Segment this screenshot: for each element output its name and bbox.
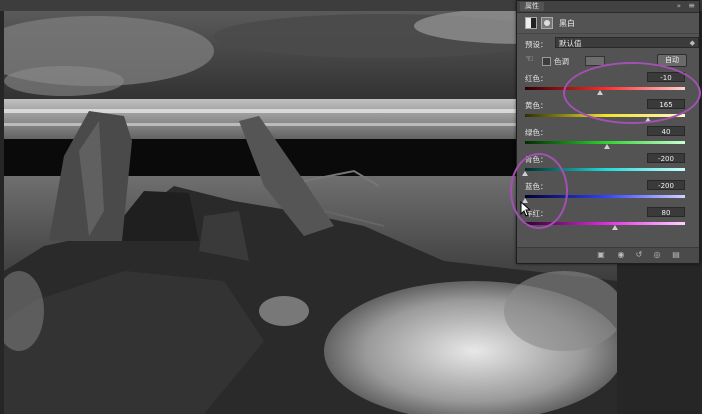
slider-row: 绿色： 40: [517, 124, 699, 151]
tint-label: 色调: [554, 57, 569, 66]
panel-menu-icon[interactable]: ≡: [688, 1, 695, 11]
slider-value-field[interactable]: 80: [647, 207, 685, 217]
annotation-oval-top: [563, 62, 701, 124]
panel-footer: ▣ ◉ ↺ ◎ ▤: [517, 247, 699, 263]
slider-label: 黄色：: [525, 101, 548, 110]
layer-mask-icon[interactable]: [541, 17, 553, 29]
preset-dropdown[interactable]: 默认值 ◆: [555, 37, 699, 48]
delete-icon[interactable]: ▤: [672, 251, 680, 259]
visibility-icon[interactable]: ◎: [653, 251, 661, 259]
clip-to-layer-icon[interactable]: ▣: [597, 251, 605, 259]
panel-tab-bar: 属性 » ≡: [517, 1, 699, 13]
slider-label: 红色：: [525, 74, 548, 83]
preset-label: 预设：: [525, 40, 548, 49]
panel-header: 黑白: [517, 13, 699, 34]
slider-value-field[interactable]: 40: [647, 126, 685, 136]
targeted-adjustment-hand-icon[interactable]: ☜: [525, 55, 534, 65]
preset-row: 预设： 默认值 ◆: [517, 34, 699, 52]
slider-label: 绿色：: [525, 128, 548, 137]
preset-value: 默认值: [559, 39, 582, 48]
slider-value-field[interactable]: -200: [647, 180, 685, 190]
slider-value-field[interactable]: -200: [647, 153, 685, 163]
tint-checkbox[interactable]: [542, 57, 551, 66]
annotation-oval-left: [510, 153, 568, 229]
view-previous-icon[interactable]: ◉: [617, 251, 625, 259]
black-white-adjustment-icon[interactable]: [525, 17, 537, 29]
slider-thumb[interactable]: [611, 225, 618, 230]
tab-properties[interactable]: 属性: [520, 2, 544, 11]
adjustment-title: 黑白: [559, 19, 575, 28]
chevron-down-icon: ◆: [689, 39, 695, 47]
reset-icon[interactable]: ↺: [635, 251, 643, 259]
collapse-panel-icon[interactable]: »: [677, 2, 681, 11]
slider-thumb[interactable]: [603, 144, 610, 149]
